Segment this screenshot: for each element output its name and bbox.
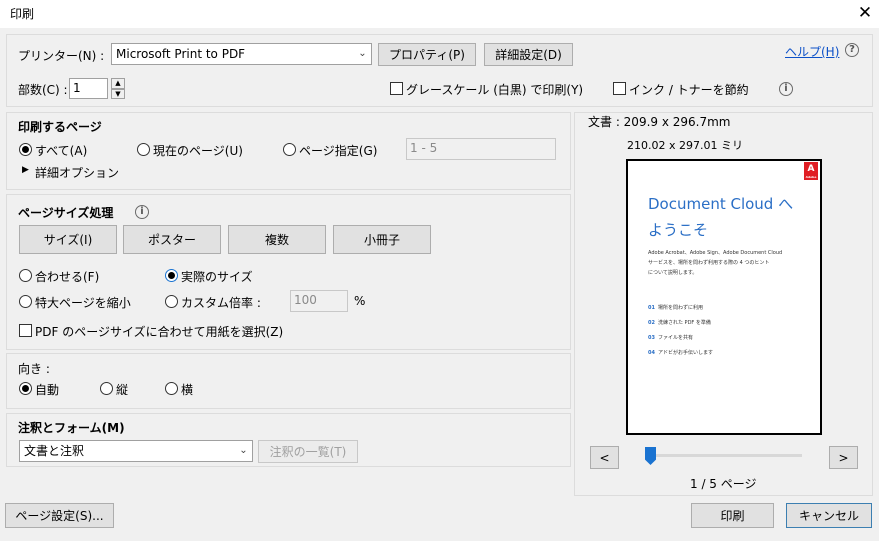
comments-selected-value: 文書と注釈 bbox=[24, 444, 85, 458]
paper-size: 210.02 x 297.01 ミリ bbox=[627, 139, 743, 152]
radio-custom-scale-label: カスタム倍率 : bbox=[181, 296, 261, 310]
doc-list-item: 04 アドビがお手伝いします bbox=[648, 350, 713, 356]
radio-portrait-label: 縦 bbox=[116, 383, 129, 397]
save-ink-label: インク / トナーを節約 bbox=[629, 83, 749, 97]
grayscale-checkbox[interactable] bbox=[390, 82, 403, 95]
page-setup-button[interactable]: ページ設定(S)... bbox=[5, 503, 114, 528]
cancel-button[interactable]: キャンセル bbox=[786, 503, 872, 528]
window-title: 印刷 bbox=[10, 7, 35, 21]
radio-current[interactable] bbox=[137, 143, 150, 156]
percent-label: % bbox=[354, 294, 366, 308]
next-page-button[interactable]: > bbox=[829, 446, 858, 469]
radio-current-label: 現在のページ(U) bbox=[153, 144, 243, 158]
radio-shrink-label: 特大ページを縮小 bbox=[35, 296, 131, 310]
copies-label: 部数(C) : bbox=[18, 83, 68, 97]
page-preview: A Adobe Document Cloud へ ようこそ Adobe Acrob… bbox=[626, 159, 822, 435]
properties-button[interactable]: プロパティ(P) bbox=[378, 43, 476, 66]
spin-down-icon[interactable]: ▼ bbox=[111, 89, 125, 99]
printer-selected-value: Microsoft Print to PDF bbox=[116, 47, 246, 61]
tab-multiple[interactable]: 複数 bbox=[228, 225, 326, 254]
title-bar bbox=[0, 0, 879, 28]
adobe-logo-icon: A Adobe bbox=[804, 162, 818, 180]
radio-custom-scale[interactable] bbox=[165, 295, 178, 308]
doc-list-item: 03 ファイルを共有 bbox=[648, 335, 693, 341]
pages-heading: 印刷するページ bbox=[18, 120, 102, 134]
page-slider-track[interactable] bbox=[646, 454, 802, 457]
page-range-input[interactable]: 1 - 5 bbox=[406, 138, 556, 160]
comments-select[interactable]: 文書と注釈 ⌄ bbox=[19, 440, 253, 462]
radio-range[interactable] bbox=[283, 143, 296, 156]
doc-title-line2: ようこそ bbox=[648, 221, 709, 239]
radio-landscape[interactable] bbox=[165, 382, 178, 395]
radio-all[interactable] bbox=[19, 143, 32, 156]
comments-heading: 注釈とフォーム(M) bbox=[18, 421, 125, 435]
radio-actual-size-label: 実際のサイズ bbox=[181, 270, 253, 284]
radio-fit-label: 合わせる(F) bbox=[35, 270, 100, 284]
tab-booklet[interactable]: 小冊子 bbox=[333, 225, 431, 254]
close-icon[interactable]: ✕ bbox=[856, 2, 874, 24]
doc-list-item: 01 場所を問わずに利用 bbox=[648, 305, 703, 311]
help-question-icon[interactable]: ? bbox=[845, 43, 859, 57]
choose-paper-checkbox[interactable] bbox=[19, 324, 32, 337]
doc-intro-line1: Adobe Acrobat、Adobe Sign、Adobe Document … bbox=[648, 250, 783, 256]
custom-scale-input[interactable]: 100 bbox=[290, 290, 348, 312]
advanced-button[interactable]: 詳細設定(D) bbox=[484, 43, 573, 66]
doc-intro-line3: について説明します。 bbox=[648, 270, 698, 276]
sizing-info-icon[interactable]: i bbox=[135, 205, 149, 219]
grayscale-label: グレースケール (白黒) で印刷(Y) bbox=[406, 83, 584, 97]
radio-shrink[interactable] bbox=[19, 295, 32, 308]
radio-portrait[interactable] bbox=[100, 382, 113, 395]
radio-fit[interactable] bbox=[19, 269, 32, 282]
spin-up-icon[interactable]: ▲ bbox=[111, 78, 125, 89]
radio-all-label: すべて(A) bbox=[35, 144, 88, 158]
radio-actual-size[interactable] bbox=[165, 269, 178, 282]
info-icon[interactable]: i bbox=[779, 82, 793, 96]
summarize-comments-button[interactable]: 注釈の一覧(T) bbox=[258, 440, 358, 463]
doc-title-line1: Document Cloud へ bbox=[648, 195, 794, 213]
tab-size[interactable]: サイズ(I) bbox=[19, 225, 117, 254]
radio-range-label: ページ指定(G) bbox=[299, 144, 378, 158]
more-options-label[interactable]: 詳細オプション bbox=[35, 164, 119, 181]
print-button[interactable]: 印刷 bbox=[691, 503, 774, 528]
document-size: 文書 : 209.9 x 296.7mm bbox=[588, 115, 731, 129]
tab-poster[interactable]: ポスター bbox=[123, 225, 221, 254]
copies-input[interactable]: 1 bbox=[69, 78, 108, 99]
radio-auto-label: 自動 bbox=[35, 383, 60, 397]
prev-page-button[interactable]: < bbox=[590, 446, 619, 469]
sizing-heading: ページサイズ処理 bbox=[18, 206, 114, 220]
expand-triangle-icon[interactable]: ▶ bbox=[22, 165, 29, 175]
chevron-down-icon: ⌄ bbox=[358, 48, 367, 59]
printer-select[interactable]: Microsoft Print to PDF ⌄ bbox=[111, 43, 372, 65]
orientation-heading: 向き : bbox=[18, 362, 50, 376]
doc-list-item: 02 洗練された PDF を準備 bbox=[648, 320, 711, 326]
choose-paper-label: PDF のページサイズに合わせて用紙を選択(Z) bbox=[35, 325, 284, 339]
help-link[interactable]: ヘルプ(H) bbox=[785, 43, 839, 60]
doc-intro-line2: サービスを、場所を問わず利用する際の 4 つのヒント bbox=[648, 260, 770, 266]
page-indicator: 1 / 5 ページ bbox=[690, 477, 757, 491]
save-ink-checkbox[interactable] bbox=[613, 82, 626, 95]
chevron-down-icon: ⌄ bbox=[239, 445, 248, 456]
adobe-logo-text: Adobe bbox=[805, 175, 817, 179]
printer-label: プリンター(N) : bbox=[18, 49, 105, 63]
radio-landscape-label: 横 bbox=[181, 383, 194, 397]
radio-auto[interactable] bbox=[19, 382, 32, 395]
orientation-panel bbox=[6, 353, 571, 409]
